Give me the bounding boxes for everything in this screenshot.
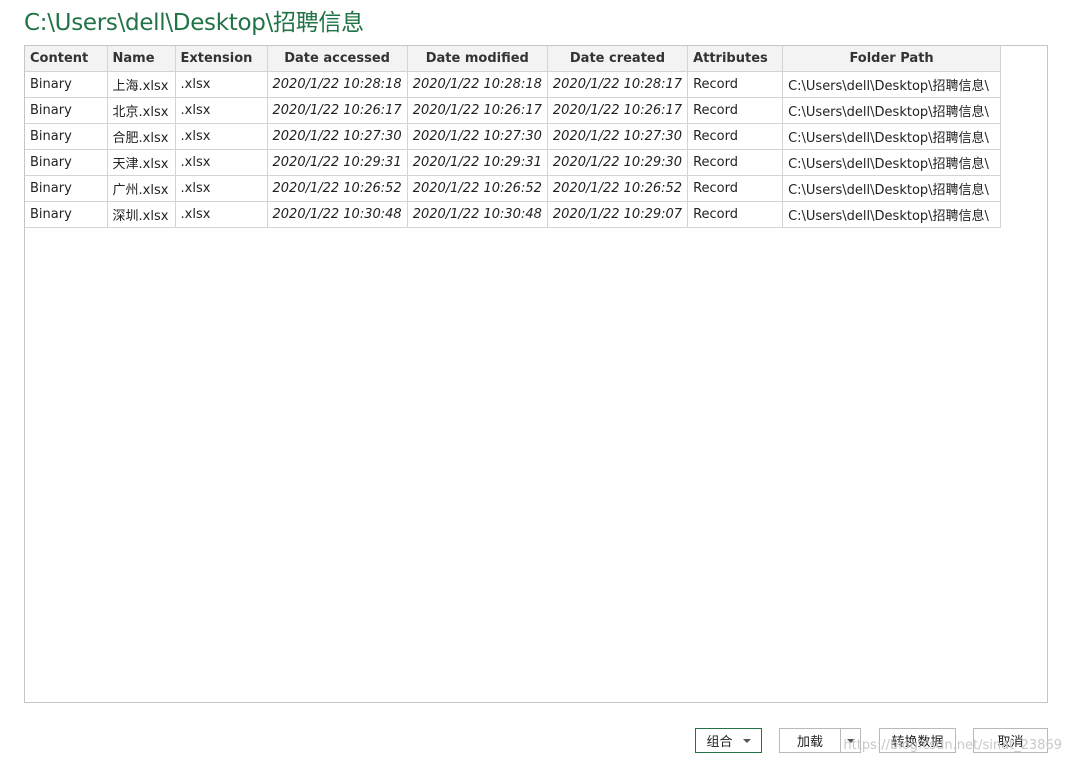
cell-folder-path: C:\Users\dell\Desktop\招聘信息\ [782, 123, 1002, 150]
cell-extension: .xlsx [174, 175, 268, 202]
cell-folder-path: C:\Users\dell\Desktop\招聘信息\ [782, 175, 1002, 202]
load-button[interactable]: 加载 [779, 728, 841, 753]
column-header-extension[interactable]: Extension [174, 46, 268, 72]
cell-attributes[interactable]: Record [687, 71, 784, 98]
column-header-name[interactable]: Name [106, 46, 176, 72]
cell-date-modified: 2020/1/22 10:26:52 [406, 175, 548, 202]
cell-date-created: 2020/1/22 10:29:07 [546, 201, 689, 228]
cell-extension: .xlsx [174, 123, 268, 150]
cell-date-created: 2020/1/22 10:26:52 [546, 175, 689, 202]
watermark: https://blog.csdn.net/sinat_23869 [843, 738, 1062, 753]
cell-date-modified: 2020/1/22 10:26:17 [406, 97, 548, 124]
cell-attributes[interactable]: Record [687, 149, 784, 176]
table-row[interactable]: Binary 广州.xlsx .xlsx 2020/1/22 10:26:52 … [25, 175, 1002, 202]
files-table: Content Name Extension Date accessed Dat… [25, 46, 1002, 228]
table-row[interactable]: Binary 深圳.xlsx .xlsx 2020/1/22 10:30:48 … [25, 201, 1002, 228]
cell-date-accessed: 2020/1/22 10:30:48 [266, 201, 408, 228]
cell-content[interactable]: Binary [25, 71, 108, 98]
cell-date-accessed: 2020/1/22 10:27:30 [266, 123, 408, 150]
column-header-folder-path[interactable]: Folder Path [782, 46, 1002, 72]
cell-attributes[interactable]: Record [687, 201, 784, 228]
cell-folder-path: C:\Users\dell\Desktop\招聘信息\ [782, 149, 1002, 176]
column-header-attributes[interactable]: Attributes [687, 46, 784, 72]
cell-date-accessed: 2020/1/22 10:26:17 [266, 97, 408, 124]
column-header-date-modified[interactable]: Date modified [406, 46, 548, 72]
cell-date-created: 2020/1/22 10:29:30 [546, 149, 689, 176]
table-row[interactable]: Binary 北京.xlsx .xlsx 2020/1/22 10:26:17 … [25, 97, 1002, 124]
column-header-date-created[interactable]: Date created [546, 46, 689, 72]
table-row[interactable]: Binary 天津.xlsx .xlsx 2020/1/22 10:29:31 … [25, 149, 1002, 176]
cell-content[interactable]: Binary [25, 123, 108, 150]
cell-date-modified: 2020/1/22 10:30:48 [406, 201, 548, 228]
table-header-row: Content Name Extension Date accessed Dat… [25, 46, 1002, 72]
load-button-label: 加载 [796, 735, 823, 750]
combine-button-label: 组合 [706, 735, 733, 750]
cell-attributes[interactable]: Record [687, 123, 784, 150]
cell-extension: .xlsx [174, 97, 268, 124]
cell-name: 深圳.xlsx [106, 201, 176, 228]
cell-extension: .xlsx [174, 149, 268, 176]
cell-name: 广州.xlsx [106, 175, 176, 202]
column-header-date-accessed[interactable]: Date accessed [266, 46, 408, 72]
table-row[interactable]: Binary 合肥.xlsx .xlsx 2020/1/22 10:27:30 … [25, 123, 1002, 150]
chevron-down-icon [742, 738, 751, 743]
cell-folder-path: C:\Users\dell\Desktop\招聘信息\ [782, 71, 1002, 98]
preview-grid[interactable]: Content Name Extension Date accessed Dat… [24, 45, 1048, 703]
combine-button[interactable]: 组合 [695, 728, 762, 753]
cell-extension: .xlsx [174, 71, 268, 98]
column-header-content[interactable]: Content [25, 46, 108, 72]
cell-date-created: 2020/1/22 10:28:17 [546, 71, 689, 98]
cell-name: 天津.xlsx [106, 149, 176, 176]
window-title: C:\Users\dell\Desktop\招聘信息 [24, 10, 364, 36]
cell-date-accessed: 2020/1/22 10:28:18 [266, 71, 408, 98]
cell-date-created: 2020/1/22 10:26:17 [546, 97, 689, 124]
cell-folder-path: C:\Users\dell\Desktop\招聘信息\ [782, 97, 1002, 124]
cell-date-created: 2020/1/22 10:27:30 [546, 123, 689, 150]
cell-name: 北京.xlsx [106, 97, 176, 124]
cell-attributes[interactable]: Record [687, 97, 784, 124]
cell-content[interactable]: Binary [25, 149, 108, 176]
cell-folder-path: C:\Users\dell\Desktop\招聘信息\ [782, 201, 1002, 228]
table-row[interactable]: Binary 上海.xlsx .xlsx 2020/1/22 10:28:18 … [25, 71, 1002, 98]
cell-extension: .xlsx [174, 201, 268, 228]
cell-date-modified: 2020/1/22 10:29:31 [406, 149, 548, 176]
cell-content[interactable]: Binary [25, 97, 108, 124]
cell-attributes[interactable]: Record [687, 175, 784, 202]
cell-name: 合肥.xlsx [106, 123, 176, 150]
cell-date-accessed: 2020/1/22 10:29:31 [266, 149, 408, 176]
cell-date-accessed: 2020/1/22 10:26:52 [266, 175, 408, 202]
cell-content[interactable]: Binary [25, 201, 108, 228]
cell-content[interactable]: Binary [25, 175, 108, 202]
cell-name: 上海.xlsx [106, 71, 176, 98]
cell-date-modified: 2020/1/22 10:28:18 [406, 71, 548, 98]
cell-date-modified: 2020/1/22 10:27:30 [406, 123, 548, 150]
